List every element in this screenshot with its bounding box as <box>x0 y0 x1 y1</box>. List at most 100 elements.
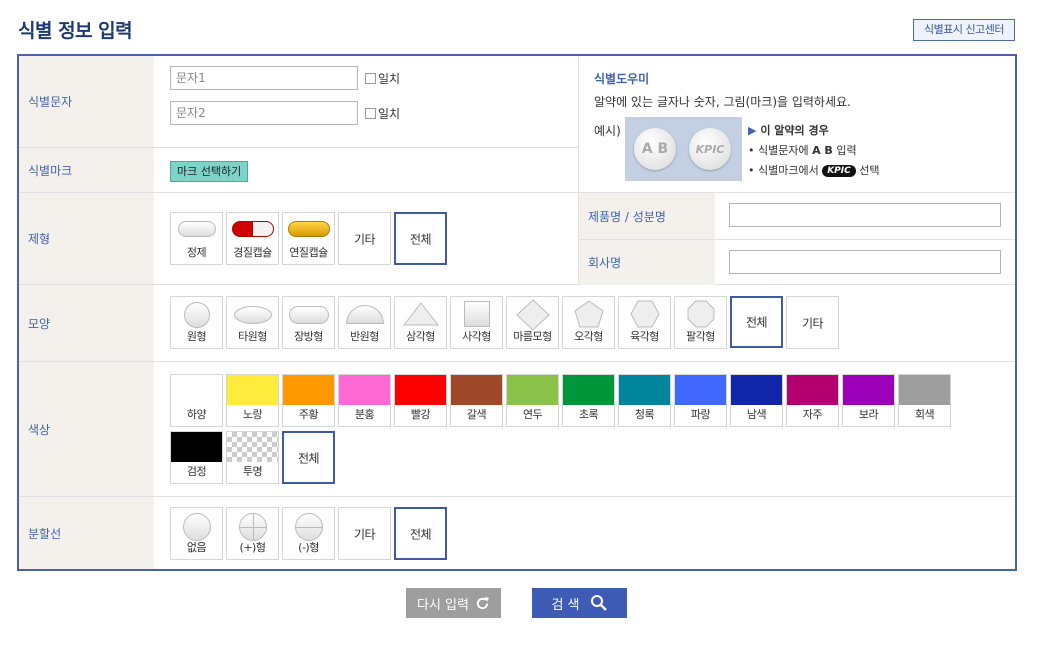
form-option-all[interactable]: 전체 <box>394 212 447 265</box>
option-label: 하양 <box>186 408 207 421</box>
option-label: 연두 <box>522 408 543 421</box>
scoreline-option-other[interactable]: 기타 <box>338 507 391 560</box>
oblong-shape-icon <box>288 306 329 324</box>
match-checkbox-2[interactable]: 일치 <box>365 105 400 122</box>
option-label: (+)형 <box>239 541 266 554</box>
option-label: 파랑 <box>690 408 711 421</box>
color-option[interactable]: 청록 <box>618 374 671 427</box>
search-form: 식별문자 일치 일치 식별마크 마크 선택하기 식별도우미 알약에 있는 글자나… <box>17 54 1017 571</box>
form-option-hard-capsule[interactable]: 경질캡슐 <box>226 212 279 265</box>
color-option[interactable]: 빨강 <box>394 374 447 427</box>
report-center-button[interactable]: 식별표시 신고센터 <box>913 19 1015 41</box>
search-button[interactable]: 검 색 <box>532 588 627 618</box>
mark-char-input-1[interactable] <box>170 66 358 90</box>
reset-button[interactable]: 다시 입력 <box>406 588 501 618</box>
option-label: 전체 <box>745 315 768 330</box>
color-option[interactable]: 자주 <box>786 374 839 427</box>
option-label: 기타 <box>801 316 824 330</box>
color-option[interactable]: 연두 <box>506 374 559 427</box>
scoreline-option-none[interactable]: 없음 <box>170 507 223 560</box>
color-option[interactable]: 노랑 <box>226 374 279 427</box>
scoreline-option-minus[interactable]: (-)형 <box>282 507 335 560</box>
color-option-all[interactable]: 전체 <box>282 431 335 484</box>
option-label: 타원형 <box>238 330 267 343</box>
option-label: 남색 <box>746 408 767 421</box>
bullet-text: • 식별마크에서 <box>748 164 823 177</box>
checkbox-box[interactable] <box>365 73 376 84</box>
shape-option-square[interactable]: 사각형 <box>450 296 503 349</box>
color-option[interactable]: 남색 <box>730 374 783 427</box>
company-input[interactable] <box>729 250 1001 274</box>
color-option[interactable]: 검정 <box>170 431 223 484</box>
color-swatch <box>171 375 222 405</box>
shape-option-round[interactable]: 원형 <box>170 296 223 349</box>
shape-option-diamond[interactable]: 마름모형 <box>506 296 559 349</box>
bullet-text: • 식별문자에 <box>748 144 813 157</box>
form-option-other[interactable]: 기타 <box>338 212 391 265</box>
plus-line-icon <box>238 513 267 541</box>
shape-option-other[interactable]: 기타 <box>786 296 839 349</box>
option-label: 경질캡슐 <box>233 246 272 259</box>
example-pill-image: A B KPIC <box>625 117 742 181</box>
mark-select-button[interactable]: 마크 선택하기 <box>170 161 249 182</box>
color-option[interactable]: 하양 <box>170 374 223 427</box>
color-option[interactable]: 초록 <box>562 374 615 427</box>
shape-option-octagon[interactable]: 팔각형 <box>674 296 727 349</box>
color-option[interactable]: 분홍 <box>338 374 391 427</box>
color-swatch <box>227 375 278 405</box>
color-option[interactable]: 주황 <box>282 374 335 427</box>
color-option[interactable]: 보라 <box>842 374 895 427</box>
kpic-mark-badge: KPIC <box>822 165 856 177</box>
pill-kpic-image: KPIC <box>689 128 731 170</box>
hexagon-shape-icon <box>629 300 660 328</box>
row-scoreline: 분할선 없음 (+)형 (-)형 기타 전체 <box>19 497 1015 569</box>
checkbox-box[interactable] <box>365 108 376 119</box>
tablet-icon <box>177 221 216 237</box>
row-color: 색상 전체 하양 노랑 주황 분홍 빨강 갈색 연두 초록 청록 파랑 남색 자주 보라 회색검정 투명 <box>19 362 1015 497</box>
option-label: 없음 <box>186 541 207 554</box>
label-shape: 모양 <box>19 285 154 361</box>
option-label: 장방형 <box>294 330 323 343</box>
shape-option-all[interactable]: 전체 <box>730 296 783 348</box>
label-color: 색상 <box>19 362 154 496</box>
shape-option-triangle[interactable]: 삼각형 <box>394 296 447 349</box>
shape-option-oval[interactable]: 타원형 <box>226 296 279 349</box>
bullet-text: 입력 <box>832 144 857 157</box>
option-label: 육각형 <box>630 330 659 343</box>
match-checkbox-1[interactable]: 일치 <box>365 70 400 87</box>
option-label: 반원형 <box>350 330 379 343</box>
color-swatch <box>899 375 950 405</box>
label-scoreline: 분할선 <box>19 497 154 569</box>
shape-option-hexagon[interactable]: 육각형 <box>618 296 671 349</box>
color-option[interactable]: 회색 <box>898 374 951 427</box>
color-swatch <box>675 375 726 405</box>
option-label: 팔각형 <box>686 330 715 343</box>
product-name-input[interactable] <box>729 203 1001 227</box>
soft-capsule-icon <box>287 221 330 237</box>
triangle-icon: ▶ <box>748 124 757 137</box>
form-option-soft-capsule[interactable]: 연질캡슐 <box>282 212 335 265</box>
scoreline-option-plus[interactable]: (+)형 <box>226 507 279 560</box>
color-option[interactable]: 투명 <box>226 431 279 484</box>
form-option-tablet[interactable]: 정제 <box>170 212 223 265</box>
pill-ab-image: A B <box>634 128 676 170</box>
mark-char-input-2[interactable] <box>170 101 358 125</box>
option-label: 보라 <box>858 408 879 421</box>
row-mark-chars: 식별문자 일치 일치 <box>19 56 578 148</box>
color-swatch <box>227 432 278 462</box>
option-label: 갈색 <box>466 408 487 421</box>
color-option[interactable]: 파랑 <box>674 374 727 427</box>
scoreline-option-all[interactable]: 전체 <box>394 507 447 560</box>
helper-title: 식별도우미 <box>594 72 650 86</box>
diamond-shape-icon <box>515 299 550 331</box>
shape-option-semicircle[interactable]: 반원형 <box>338 296 391 349</box>
label-form: 제형 <box>19 193 154 284</box>
option-label: 사각형 <box>462 330 491 343</box>
option-label: 정제 <box>186 246 207 259</box>
color-option[interactable]: 갈색 <box>450 374 503 427</box>
color-swatch <box>787 375 838 405</box>
shape-option-oblong[interactable]: 장방형 <box>282 296 335 349</box>
option-label: 회색 <box>914 408 935 421</box>
shape-option-pentagon[interactable]: 오각형 <box>562 296 615 349</box>
option-label: 전체 <box>297 451 320 465</box>
